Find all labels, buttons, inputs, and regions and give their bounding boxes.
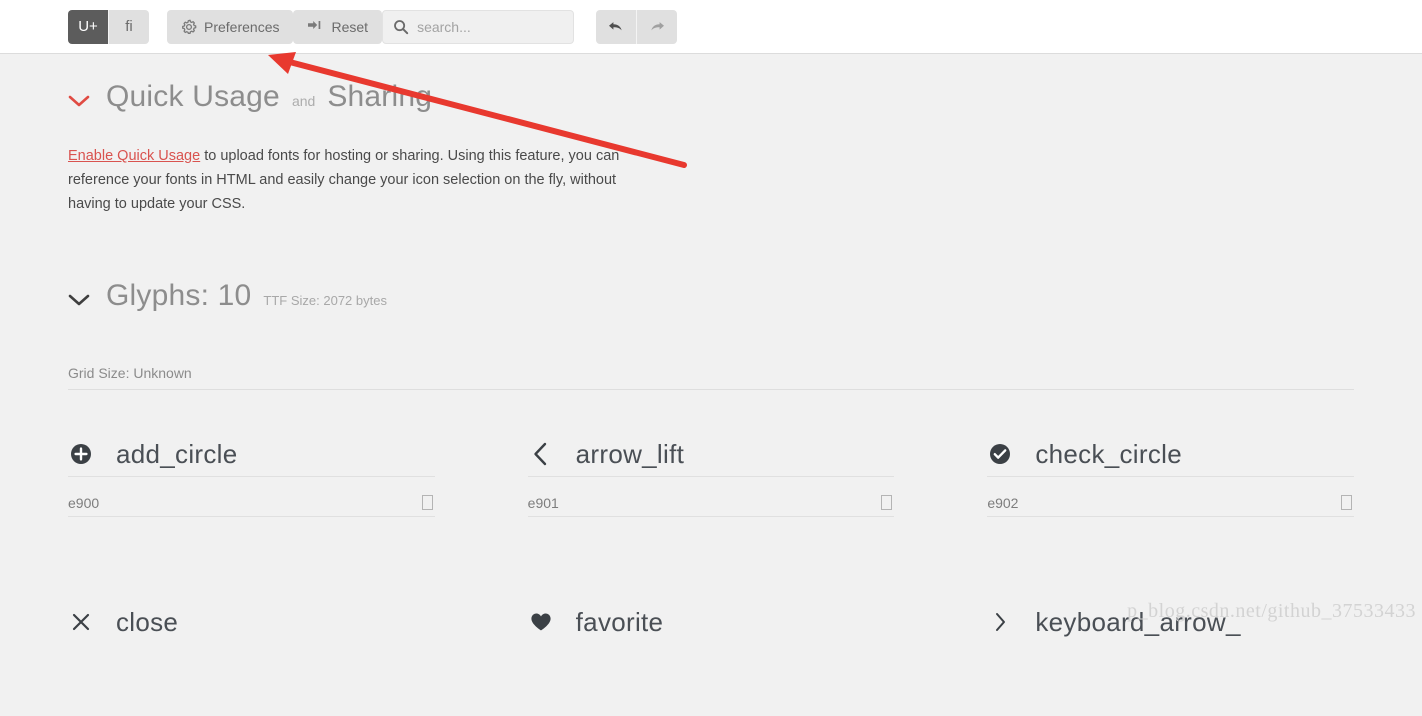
missing-glyph-box-icon xyxy=(1340,495,1352,510)
quick-usage-description: Enable Quick Usage to upload fonts for h… xyxy=(68,144,648,216)
watermark-text: p_blog.csdn.net/github_37533433 xyxy=(1127,600,1416,622)
undo-arrow-icon xyxy=(607,19,625,35)
add-circle-icon[interactable] xyxy=(68,441,94,467)
heart-favorite-icon[interactable] xyxy=(528,609,554,635)
missing-glyph-box-icon xyxy=(421,495,433,510)
glyph-item[interactable]: close xyxy=(68,566,435,716)
preferences-label: Preferences xyxy=(204,18,280,35)
glyph-item[interactable]: keyboard_arrow_ xyxy=(987,566,1354,716)
unicode-ligature-toggle-group: U+ fi xyxy=(68,9,149,44)
glyph-item[interactable]: favorite xyxy=(528,566,895,716)
missing-glyph-box-icon xyxy=(881,495,893,510)
keyboard-arrow-right-icon[interactable] xyxy=(987,609,1013,635)
glyph-code-value[interactable]: e900 xyxy=(68,495,99,511)
glyphs-header[interactable]: Glyphs: 10 TTF Size: 2072 bytes xyxy=(68,231,1354,313)
ligature-toggle-button[interactable]: fi xyxy=(109,9,149,44)
glyph-name-input[interactable]: check_circle xyxy=(1035,438,1354,470)
gear-icon xyxy=(181,19,197,35)
quick-usage-header[interactable]: Quick Usage and Sharing xyxy=(68,54,1354,114)
search-box[interactable] xyxy=(382,9,575,44)
glyph-code-row[interactable]: e901 xyxy=(527,495,895,517)
enable-quick-usage-link[interactable]: Enable Quick Usage xyxy=(68,148,200,164)
glyph-top-row: check_circle xyxy=(987,438,1354,477)
glyph-name-input[interactable]: favorite xyxy=(576,606,895,638)
ttf-size-meta: TTF Size: 2072 bytes xyxy=(263,292,387,308)
ligature-toggle-label: fi xyxy=(125,18,133,35)
glyph-item[interactable]: add_circle e900 xyxy=(68,416,435,566)
glyph-top-row: add_circle xyxy=(68,438,435,477)
glyph-name-input[interactable]: add_circle xyxy=(116,438,435,470)
unicode-toggle-button[interactable]: U+ xyxy=(68,9,108,44)
chevron-down-icon[interactable] xyxy=(68,88,90,113)
reset-button[interactable]: Reset xyxy=(293,9,383,44)
tab-reset-icon xyxy=(307,20,324,34)
unicode-toggle-label: U+ xyxy=(78,18,98,35)
glyph-name-input[interactable]: close xyxy=(116,606,435,638)
glyph-top-row: arrow_lift xyxy=(527,438,895,477)
quick-usage-title: Quick Usage xyxy=(106,80,280,113)
glyph-top-row: close xyxy=(68,606,435,644)
quick-usage-title-second: Sharing xyxy=(327,80,433,113)
reset-label: Reset xyxy=(331,18,369,35)
glyph-top-row: favorite xyxy=(528,606,895,644)
glyph-code-value[interactable]: e901 xyxy=(528,495,559,511)
glyphs-title: Glyphs: 10 xyxy=(106,278,252,312)
glyph-code-row[interactable]: e902 xyxy=(987,495,1354,517)
redo-arrow-icon xyxy=(648,19,666,35)
glyph-item[interactable]: check_circle e902 xyxy=(987,416,1354,566)
check-circle-icon[interactable] xyxy=(987,441,1013,467)
glyph-grid: add_circle e900 arrow_lift e901 check_ci… xyxy=(68,416,1354,716)
redo-button[interactable] xyxy=(637,9,678,44)
undo-redo-group xyxy=(596,9,678,44)
glyph-code-value[interactable]: e902 xyxy=(987,495,1018,511)
close-x-icon[interactable] xyxy=(68,609,94,635)
chevron-down-icon[interactable] xyxy=(68,287,90,312)
glyph-code-row[interactable]: e900 xyxy=(68,495,435,517)
quick-usage-conjunction: and xyxy=(291,93,316,109)
grid-size-label: Grid Size: Unknown xyxy=(68,365,1354,390)
undo-button[interactable] xyxy=(596,9,637,44)
search-input[interactable] xyxy=(382,9,575,44)
glyph-name-input[interactable]: arrow_lift xyxy=(576,438,895,470)
toolbar: U+ fi Preferences Reset xyxy=(0,0,1422,54)
glyph-item[interactable]: arrow_lift e901 xyxy=(527,416,895,566)
arrow-left-chevron-icon[interactable] xyxy=(528,441,554,467)
preferences-button[interactable]: Preferences xyxy=(167,9,294,44)
